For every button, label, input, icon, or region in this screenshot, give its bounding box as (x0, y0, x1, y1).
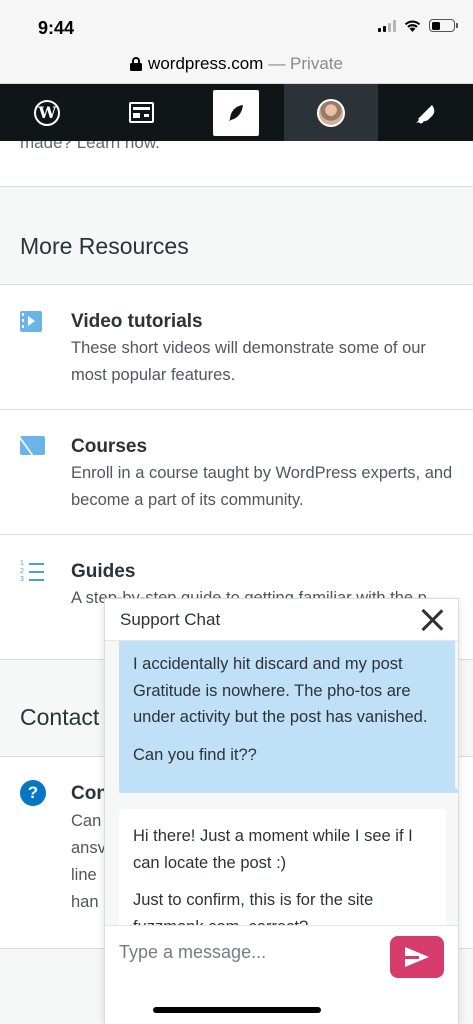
wifi-icon (404, 20, 421, 32)
message-text: Hi there! Just a moment while I see if I… (133, 827, 413, 872)
chat-title: Support Chat (120, 610, 221, 629)
wordpress-logo-icon: W (34, 99, 61, 126)
home-indicator[interactable] (153, 1007, 321, 1013)
video-icon (20, 311, 42, 332)
notifications-icon (415, 104, 434, 123)
avatar (317, 98, 346, 127)
list-icon: 1 2 3 (20, 560, 44, 583)
resource-title: Guides (71, 561, 136, 582)
message-text: I accidentally hit discard and my post G… (133, 655, 428, 726)
help-icon: ? (20, 780, 46, 806)
message-input[interactable] (119, 942, 379, 963)
mail-icon (20, 436, 45, 455)
reader-icon (129, 102, 155, 123)
resource-video-tutorials[interactable]: Video tutorials These short videos will … (0, 285, 473, 409)
resource-description: Enroll in a course taught by WordPress e… (71, 464, 453, 509)
section-title-more-resources: More Resources (20, 233, 189, 259)
support-chat: Support Chat I accidentally hit discard … (104, 598, 459, 1024)
status-time: 9:44 (38, 18, 75, 38)
message-text: Just to confirm, this is for the site fu… (133, 891, 374, 925)
url-domain: wordpress.com (148, 53, 264, 73)
resource-courses[interactable]: Courses Enroll in a course taught by Wor… (0, 410, 473, 534)
message-text: Can you find it?? (133, 745, 257, 764)
more-resources-header: More Resources (0, 187, 473, 284)
write-icon (229, 104, 244, 121)
reader-button[interactable] (95, 84, 190, 141)
send-icon (405, 947, 429, 967)
resource-title: Courses (71, 436, 148, 457)
section-title-contact: Contact (20, 704, 100, 730)
private-label: — Private (268, 53, 343, 73)
cut-off-text: made? Learn now. (20, 141, 160, 152)
masterbar: W (0, 84, 473, 141)
status-bar: 9:44 (0, 0, 473, 44)
url-bar[interactable]: wordpress.com — Private (0, 44, 473, 84)
chat-header: Support Chat (105, 599, 458, 641)
battery-icon (429, 19, 458, 32)
user-message: I accidentally hit discard and my post G… (119, 641, 458, 793)
write-button[interactable] (189, 84, 284, 141)
resource-description: These short videos will demonstrate some… (71, 339, 426, 384)
contact-title: Con (71, 783, 108, 804)
profile-button[interactable] (283, 84, 379, 141)
my-sites-button[interactable]: W (0, 84, 95, 141)
send-button[interactable] (390, 936, 444, 978)
lock-icon (130, 56, 143, 71)
chat-log[interactable]: I accidentally hit discard and my post G… (105, 641, 458, 925)
resource-title: Video tutorials (71, 311, 203, 332)
signal-icon (378, 19, 396, 32)
status-icons (378, 19, 458, 32)
support-message: Hi there! Just a moment while I see if I… (119, 809, 446, 925)
notifications-button[interactable] (378, 84, 473, 141)
write-icon-box (213, 89, 260, 136)
close-icon[interactable] (420, 608, 444, 632)
